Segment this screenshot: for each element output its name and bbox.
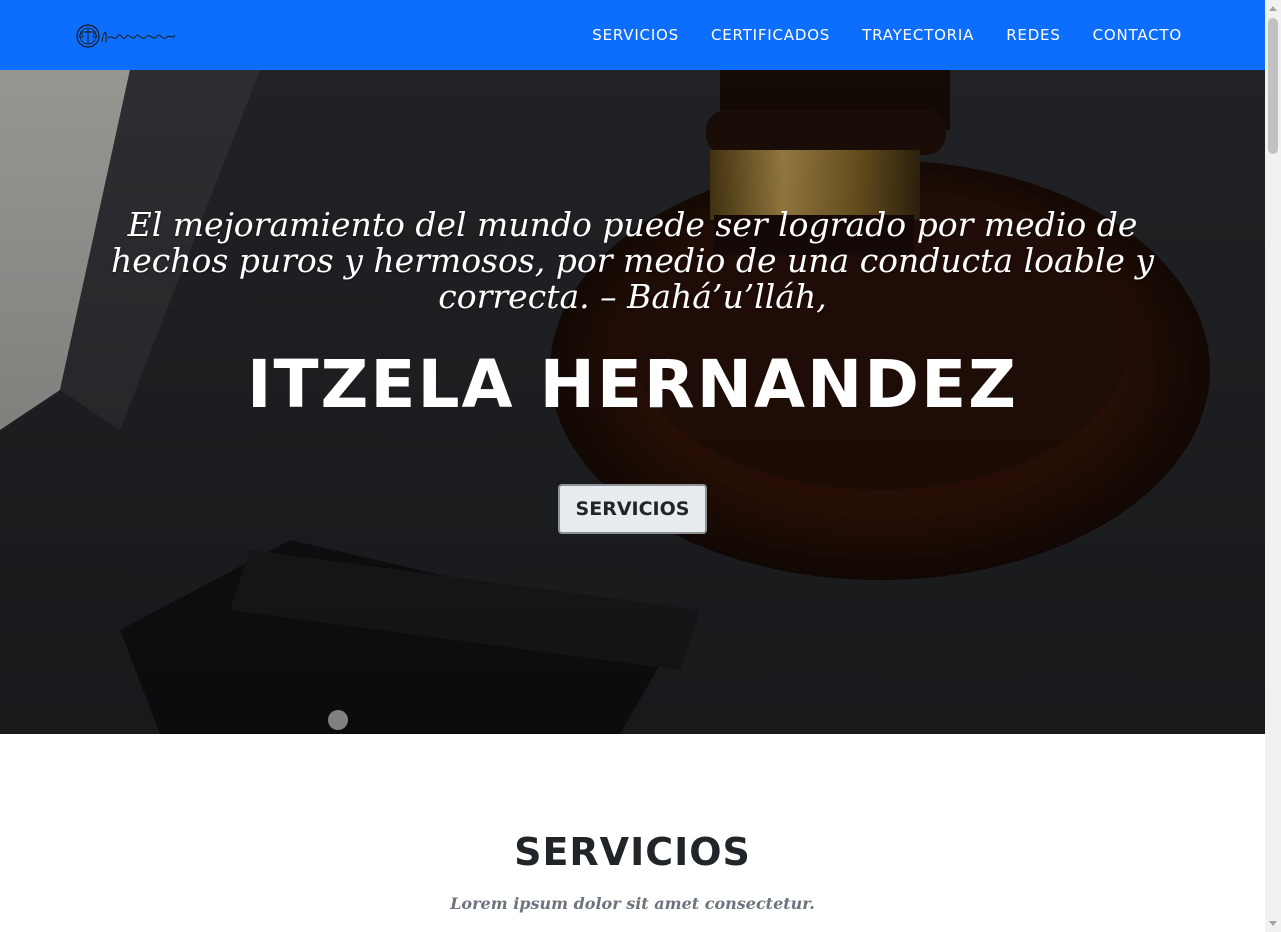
brand-logo[interactable] bbox=[74, 20, 178, 52]
services-section: SERVICIOS Lorem ipsum dolor sit amet con… bbox=[0, 734, 1265, 932]
nav-links: SERVICIOS CERTIFICADOS TRAYECTORIA REDES… bbox=[560, 0, 1182, 70]
navbar: SERVICIOS CERTIFICADOS TRAYECTORIA REDES… bbox=[0, 0, 1265, 70]
scrollbar-thumb[interactable] bbox=[1268, 18, 1278, 154]
nav-link-redes[interactable]: REDES bbox=[1006, 26, 1060, 44]
hero-quote: El mejoramiento del mundo puede ser logr… bbox=[90, 207, 1175, 315]
servicios-button[interactable]: SERVICIOS bbox=[558, 484, 707, 534]
nav-link-certificados[interactable]: CERTIFICADOS bbox=[711, 26, 830, 44]
nav-link-servicios[interactable]: SERVICIOS bbox=[592, 26, 679, 44]
hero-heading: ITZELA HERNANDEZ bbox=[246, 346, 1019, 423]
section-subheading: Lorem ipsum dolor sit amet consectetur. bbox=[450, 894, 815, 913]
scales-of-justice-logo-icon bbox=[76, 24, 176, 48]
hero-section: El mejoramiento del mundo puede ser logr… bbox=[0, 70, 1265, 734]
scroll-up-arrow-icon[interactable] bbox=[1265, 0, 1281, 16]
scroll-down-arrow-icon[interactable] bbox=[1265, 916, 1281, 932]
nav-link-trayectoria[interactable]: TRAYECTORIA bbox=[862, 26, 974, 44]
vertical-scrollbar[interactable] bbox=[1265, 0, 1281, 932]
nav-link-contacto[interactable]: CONTACTO bbox=[1093, 26, 1182, 44]
quote-line: hechos puros y hermosos, por medio de un… bbox=[110, 241, 1155, 280]
quote-line: El mejoramiento del mundo puede ser logr… bbox=[127, 205, 1138, 244]
quote-line: correcta. – Bahá’u’lláh, bbox=[438, 277, 827, 316]
section-heading: SERVICIOS bbox=[514, 830, 751, 874]
